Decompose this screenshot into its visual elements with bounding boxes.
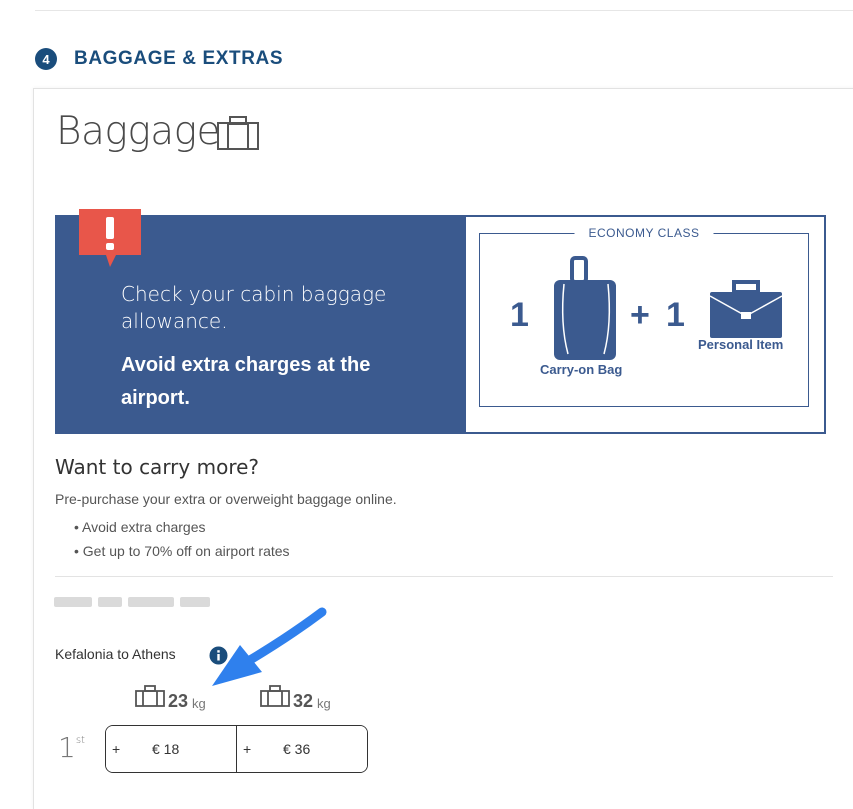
suitcase-icon xyxy=(135,685,165,712)
suitcase-icon xyxy=(216,115,260,156)
weight-unit: kg xyxy=(317,696,331,711)
step-title: BAGGAGE & EXTRAS xyxy=(74,48,284,69)
banner-emphasis: Avoid extra charges at the airport. xyxy=(121,354,371,409)
carryon-count: 1 xyxy=(510,296,529,334)
price-label: € 18 xyxy=(152,741,180,757)
weight-value: 32 xyxy=(293,691,314,711)
plus-label: + xyxy=(112,741,121,757)
weight-unit: kg xyxy=(192,696,206,711)
add-23kg-bag-button[interactable]: + € 18 xyxy=(106,726,236,772)
add-32kg-bag-button[interactable]: + € 36 xyxy=(236,726,367,772)
top-divider xyxy=(35,10,853,11)
allowance-box: ECONOMY CLASS 1 + 1 Carry-on Bag Persona… xyxy=(464,215,826,434)
banner-message: Check your cabin baggage allowance. xyxy=(121,282,387,333)
price-label: € 36 xyxy=(283,741,311,757)
cabin-allowance-banner: Check your cabin baggage allowance. Avoi… xyxy=(55,209,465,434)
class-label: ECONOMY CLASS xyxy=(574,226,714,240)
bag-price-selector: + € 18 + € 36 xyxy=(105,725,368,773)
extras-intro: Pre-purchase your extra or overweight ba… xyxy=(55,491,397,507)
extras-heading: Want to carry more? xyxy=(55,455,260,479)
section-divider xyxy=(55,576,833,577)
baggage-panel: Baggage Check your cabin baggage allowan… xyxy=(33,88,853,809)
plus-sign: + xyxy=(630,296,650,334)
passenger-name-redacted xyxy=(54,597,216,607)
ordinal-suffix: st xyxy=(75,735,85,746)
benefit-item: Avoid extra charges xyxy=(74,515,290,539)
benefits-list: Avoid extra charges Get up to 70% off on… xyxy=(74,515,290,563)
info-icon[interactable] xyxy=(209,646,228,670)
bag-ordinal: 1st xyxy=(58,731,85,764)
exclamation-icon xyxy=(76,207,144,276)
weight-option-23: 23 kg xyxy=(135,685,206,712)
economy-class-frame: ECONOMY CLASS 1 + 1 Carry-on Bag Persona… xyxy=(479,226,809,407)
personal-count: 1 xyxy=(666,296,685,334)
section-title: Baggage xyxy=(56,109,221,154)
plus-label: + xyxy=(243,741,252,757)
carryon-bag-icon xyxy=(550,254,620,371)
ordinal-number: 1 xyxy=(58,731,76,764)
carryon-label: Carry-on Bag xyxy=(540,362,623,377)
suitcase-icon xyxy=(260,685,290,712)
route-label: Kefalonia to Athens xyxy=(55,646,176,662)
personal-item-label: Personal Item xyxy=(698,337,784,352)
benefit-item: Get up to 70% off on airport rates xyxy=(74,539,290,563)
weight-option-32: 32 kg xyxy=(260,685,331,712)
briefcase-icon xyxy=(708,280,784,345)
step-header: 4 BAGGAGE & EXTRAS xyxy=(35,48,283,70)
weight-value: 23 xyxy=(168,691,189,711)
step-number-badge: 4 xyxy=(35,48,57,70)
